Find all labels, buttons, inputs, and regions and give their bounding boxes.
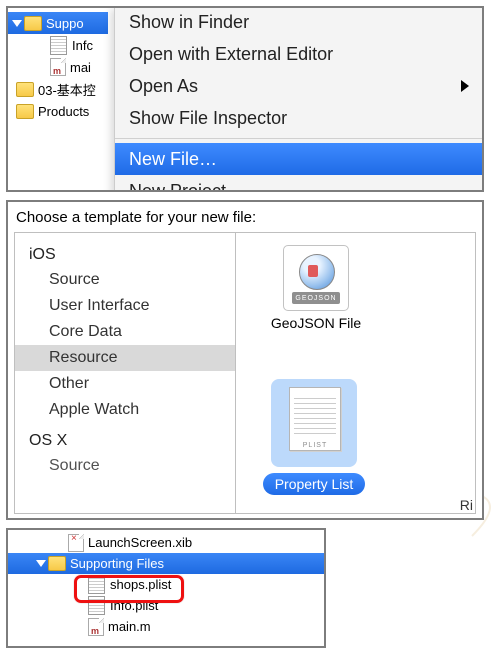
tree-item-launchscreen-xib[interactable]: LaunchScreen.xib: [8, 532, 324, 553]
tree-item-supporting-files[interactable]: Suppo: [8, 12, 108, 34]
tree-item-label: mai: [70, 60, 91, 75]
menu-item-label: New Project…: [129, 181, 244, 193]
menu-item-show-in-finder[interactable]: Show in Finder: [115, 6, 484, 38]
sidebar-item-other[interactable]: Other: [15, 371, 235, 397]
menu-separator: [115, 138, 484, 139]
plist-file-icon: [88, 575, 105, 594]
xib-file-icon: [68, 534, 84, 552]
sidebar-item-osx-source[interactable]: Source: [15, 453, 235, 479]
tree-item-main-m[interactable]: main.m: [8, 616, 324, 637]
sidebar-item-user-interface[interactable]: User Interface: [15, 293, 235, 319]
plist-icon: [271, 379, 357, 467]
menu-item-label: New File…: [129, 149, 217, 170]
category-osx: OS X: [15, 429, 235, 453]
tree-item-label: Products: [38, 104, 89, 119]
tree-item-03-folder[interactable]: 03-基本控: [8, 78, 108, 100]
tree-item-products[interactable]: Products: [8, 100, 108, 122]
tree-item-label: main.m: [108, 619, 151, 634]
template-category-sidebar: iOS Source User Interface Core Data Reso…: [15, 233, 236, 513]
disclosure-triangle-icon[interactable]: [36, 560, 46, 567]
menu-item-label: Show File Inspector: [129, 108, 287, 129]
tree-item-label: 03-基本控: [38, 80, 96, 99]
plist-file-icon: [50, 36, 67, 55]
sidebar-item-source[interactable]: Source: [15, 267, 235, 293]
tree-item-label: Supporting Files: [70, 556, 164, 571]
m-file-icon: [50, 58, 66, 76]
project-navigator-result: LaunchScreen.xib Supporting Files shops.…: [6, 528, 326, 648]
template-geojson-file[interactable]: GEOJSON GeoJSON File: [256, 245, 376, 331]
menu-item-label: Open with External Editor: [129, 44, 333, 65]
template-property-list[interactable]: Property List: [244, 379, 384, 495]
template-label-selected: Property List: [263, 473, 366, 495]
folder-icon: [48, 556, 66, 571]
folder-icon: [16, 82, 34, 97]
tree-item-shops-plist[interactable]: shops.plist: [8, 574, 324, 595]
plist-file-icon: [88, 596, 105, 615]
menu-item-new-file[interactable]: New File…: [115, 143, 484, 175]
geojson-ribbon: GEOJSON: [292, 292, 340, 304]
folder-icon: [24, 16, 42, 31]
tree-item-supporting-files[interactable]: Supporting Files: [8, 553, 324, 574]
tree-item-label: Infc: [72, 38, 93, 53]
submenu-arrow-icon: [461, 80, 469, 92]
sidebar-item-apple-watch[interactable]: Apple Watch: [15, 397, 235, 423]
tree-item-label: LaunchScreen.xib: [88, 535, 192, 550]
menu-item-new-project[interactable]: New Project…: [115, 175, 484, 192]
sidebar-item-resource[interactable]: Resource: [15, 345, 235, 371]
disclosure-triangle-icon[interactable]: [12, 20, 22, 27]
tree-item-info-plist[interactable]: Infc: [8, 34, 108, 56]
menu-item-open-external[interactable]: Open with External Editor: [115, 38, 484, 70]
menu-item-show-file-inspector[interactable]: Show File Inspector: [115, 102, 484, 134]
sheet-title: Choose a template for your new file:: [16, 209, 476, 226]
folder-icon: [16, 104, 34, 119]
context-menu: Show in Finder Open with External Editor…: [114, 6, 484, 192]
new-file-template-sheet: Choose a template for your new file: iOS…: [6, 200, 484, 520]
m-file-icon: [88, 618, 104, 636]
menu-item-label: Show in Finder: [129, 12, 249, 33]
tree-item-main-m[interactable]: mai: [8, 56, 108, 78]
project-navigator-with-context-menu: Suppo Infc mai 03-基本控 Products Show in F…: [6, 6, 484, 192]
template-grid: GEOJSON GeoJSON File Property List Ri: [236, 233, 475, 513]
project-navigator-tree: Suppo Infc mai 03-基本控 Products: [8, 8, 108, 190]
template-body: iOS Source User Interface Core Data Reso…: [14, 232, 476, 514]
menu-item-open-as[interactable]: Open As: [115, 70, 484, 102]
category-ios: iOS: [15, 243, 235, 267]
menu-item-label: Open As: [129, 76, 198, 97]
tree-item-label: Info.plist: [110, 598, 158, 613]
tree-item-label: shops.plist: [110, 577, 171, 592]
tree-item-info-plist[interactable]: Info.plist: [8, 595, 324, 616]
geojson-icon: GEOJSON: [283, 245, 349, 311]
tree-item-label: Suppo: [46, 16, 84, 31]
template-cutoff-label: Ri: [460, 497, 473, 513]
sidebar-item-core-data[interactable]: Core Data: [15, 319, 235, 345]
template-label: GeoJSON File: [256, 315, 376, 331]
